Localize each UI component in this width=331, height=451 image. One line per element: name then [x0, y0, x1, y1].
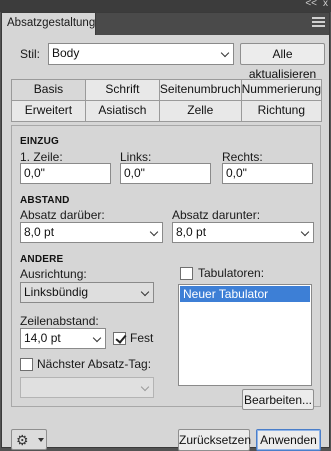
collapse-panel-icon[interactable]: <<	[305, 0, 317, 9]
leading-label: Zeilenabstand:	[20, 314, 99, 328]
first-line-input[interactable]: 0,0"	[20, 163, 111, 184]
space-after-label: Absatz darunter:	[172, 208, 261, 222]
chevron-down-icon	[300, 227, 310, 237]
chevron-down-icon	[149, 227, 159, 237]
space-after-value: 8,0 pt	[176, 225, 207, 239]
space-before-select[interactable]: 8,0 pt	[20, 222, 163, 243]
window-titlebar: << x	[0, 0, 331, 12]
leading-value: 14,0 pt	[24, 331, 61, 345]
tab-richtung[interactable]: Richtung	[240, 100, 322, 122]
alignment-select[interactable]: Linksbündig	[20, 282, 154, 303]
chevron-down-icon	[220, 48, 230, 58]
chevron-down-icon	[140, 382, 150, 392]
tab-zelle[interactable]: Zelle	[158, 100, 242, 122]
tab-asiatisch[interactable]: Asiatisch	[84, 100, 160, 122]
space-after-select[interactable]: 8,0 pt	[172, 222, 314, 243]
apply-button[interactable]: Anwenden	[256, 429, 321, 451]
settings-menu-button[interactable]: ⚙	[11, 429, 47, 450]
chevron-down-icon	[140, 287, 150, 297]
gear-icon: ⚙	[16, 432, 29, 448]
left-indent-label: Links:	[120, 150, 152, 164]
close-panel-icon[interactable]: x	[323, 0, 328, 9]
panel-tab-strip: Absatzgestaltung	[2, 13, 329, 35]
alignment-value: Linksbündig	[24, 285, 89, 299]
first-line-label: 1. Zeile:	[20, 150, 63, 164]
update-all-button[interactable]: Alle aktualisieren	[240, 43, 325, 81]
reset-button[interactable]: Zurücksetzen	[178, 429, 251, 451]
style-select[interactable]: Body	[48, 43, 234, 65]
tabs-checkbox[interactable]	[180, 267, 193, 280]
next-tag-label: Nächster Absatz-Tag:	[37, 357, 152, 371]
category-tabs: Basis Schrift Seitenumbruch Nummerierung…	[11, 79, 322, 122]
edit-tabs-button[interactable]: Bearbeiten...	[242, 389, 314, 410]
basis-settings-frame: EINZUG 1. Zeile: 0,0" Links: 0,0" Rechts…	[11, 125, 321, 410]
paragraph-panel: Absatzgestaltung Stil: Body Alle aktuali…	[1, 12, 330, 451]
abstand-section-title: ABSTAND	[20, 195, 70, 206]
tab-schrift[interactable]: Schrift	[84, 79, 160, 101]
alignment-label: Ausrichtung:	[20, 267, 87, 281]
space-before-value: 8,0 pt	[24, 225, 55, 239]
panel-menu-icon[interactable]	[312, 17, 325, 28]
triangle-down-icon	[38, 438, 44, 442]
space-before-label: Absatz darüber:	[20, 208, 105, 222]
fixed-leading-checkbox[interactable]	[113, 332, 126, 345]
fixed-leading-label: Fest	[130, 331, 154, 345]
right-indent-input[interactable]: 0,0"	[222, 163, 313, 184]
tab-nummerierung[interactable]: Nummerierung	[240, 79, 322, 101]
chevron-down-icon	[92, 333, 102, 343]
einzug-section-title: EINZUG	[20, 136, 59, 147]
left-indent-input[interactable]: 0,0"	[120, 163, 211, 184]
tab-erweitert[interactable]: Erweitert	[11, 100, 86, 122]
tab-stops-list[interactable]: Neuer Tabulator	[178, 284, 312, 386]
tab-basis[interactable]: Basis	[11, 79, 86, 101]
style-select-value: Body	[52, 46, 80, 60]
right-indent-label: Rechts:	[222, 150, 263, 164]
tab-absatzgestaltung[interactable]: Absatzgestaltung	[2, 13, 96, 35]
next-tag-select[interactable]	[20, 377, 154, 398]
tab-seitenumbruch[interactable]: Seitenumbruch	[158, 79, 242, 101]
andere-section-title: ANDERE	[20, 254, 64, 265]
next-tag-checkbox[interactable]	[20, 358, 33, 371]
leading-select[interactable]: 14,0 pt	[20, 328, 106, 349]
tabs-label: Tabulatoren:	[198, 266, 265, 280]
style-label: Stil:	[20, 47, 41, 61]
list-item[interactable]: Neuer Tabulator	[180, 286, 310, 302]
